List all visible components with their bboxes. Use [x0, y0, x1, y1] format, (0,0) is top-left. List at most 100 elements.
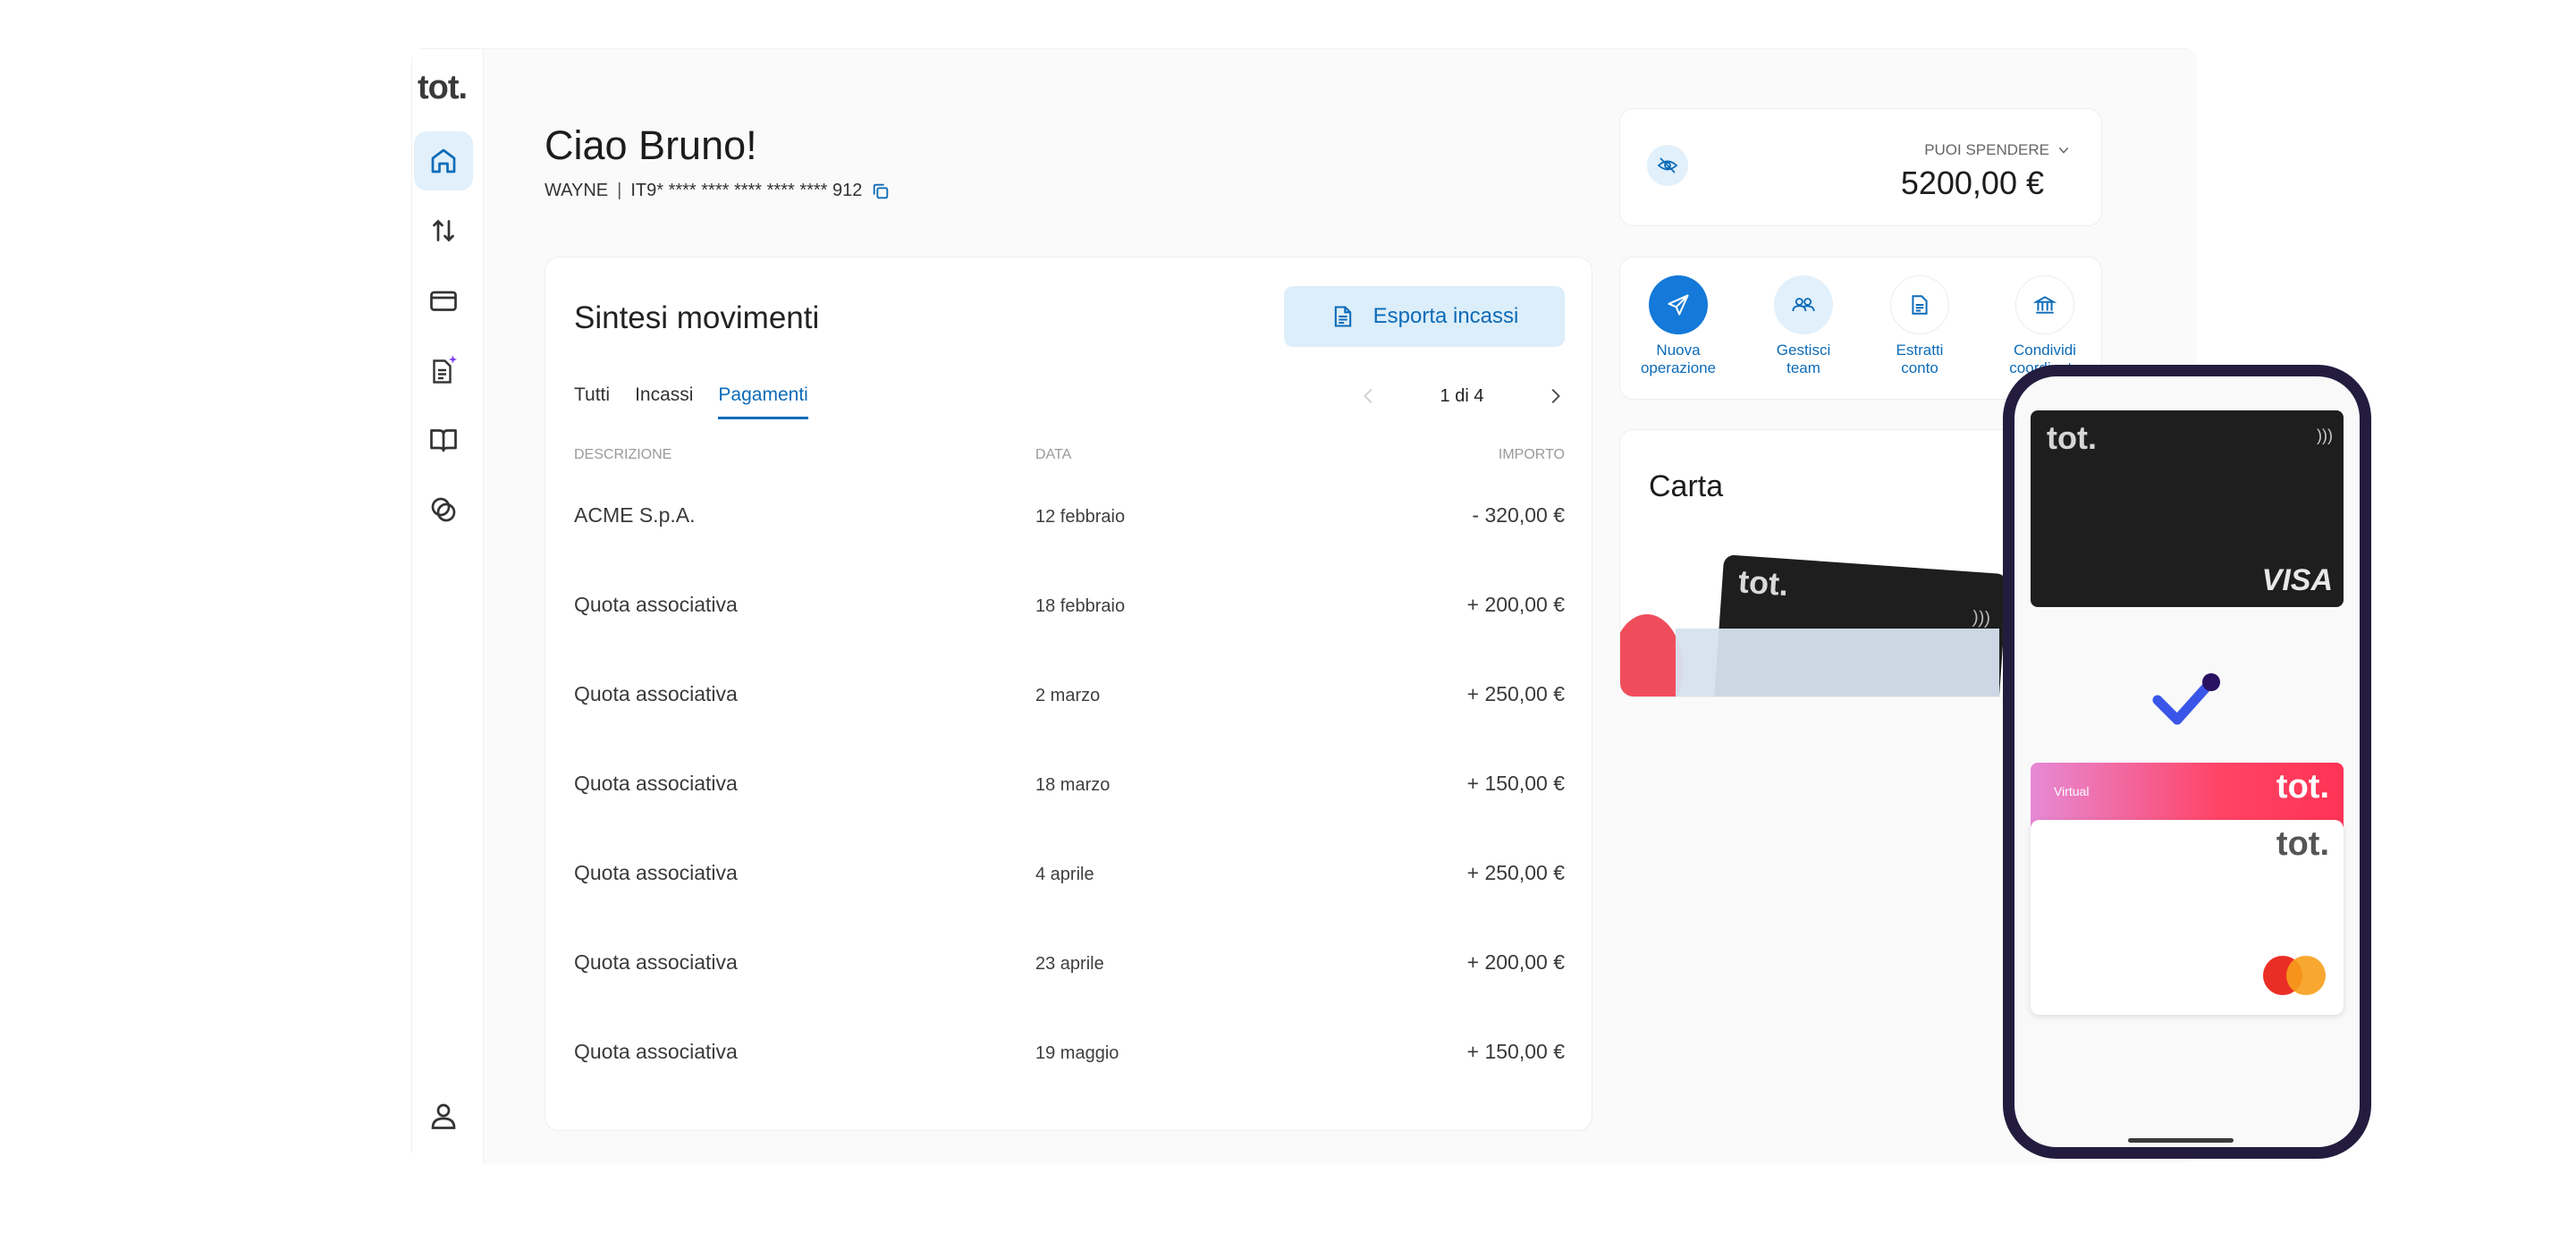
row-amount: + 200,00 € [1466, 593, 1565, 616]
column-amount: IMPORTO [1498, 447, 1565, 462]
row-description: Quota associativa [574, 1040, 738, 1063]
tab-incoming[interactable]: Incassi [635, 384, 693, 419]
action-share-coordinates[interactable]: Condividi coordinate [1996, 275, 2094, 377]
copy-icon[interactable] [871, 182, 891, 201]
row-description: Quota associativa [574, 861, 738, 884]
balance-label-toggle[interactable]: PUOI SPENDERE [1924, 141, 2071, 159]
row-description: Quota associativa [574, 593, 738, 616]
tab-all[interactable]: Tutti [574, 384, 610, 419]
visa-brand: VISA [2261, 563, 2333, 597]
row-date: 2 marzo [1035, 686, 1101, 705]
action-statements[interactable]: Estratti conto [1871, 275, 1969, 377]
hide-balance-button[interactable] [1647, 145, 1688, 186]
card-panel-title: Carta [1649, 469, 1724, 503]
row-date: 12 febbraio [1035, 507, 1126, 527]
send-icon [1668, 294, 1689, 316]
iban-text: IT9* **** **** **** **** **** 912 [630, 181, 863, 200]
action-label: Estratti [1896, 342, 1944, 359]
nav-home[interactable] [414, 131, 473, 190]
eye-off-icon [1657, 157, 1678, 173]
row-description: Quota associativa [574, 682, 738, 705]
page-title: Ciao Bruno! [545, 122, 757, 168]
document-sparkle-icon [433, 355, 457, 384]
table-row[interactable]: Quota associativa 4 aprile + 250,00 € [574, 861, 1565, 897]
table-row[interactable]: Quota associativa 19 maggio + 150,00 € [574, 1040, 1565, 1076]
row-description: Quota associativa [574, 772, 738, 795]
home-icon [431, 148, 456, 173]
row-description: ACME S.p.A. [574, 503, 696, 527]
balance-value: 5200,00 € [1900, 165, 2044, 201]
contactless-icon: ))) [2317, 426, 2333, 444]
card-logo: tot. [2276, 825, 2329, 863]
balance-panel: PUOI SPENDERE 5200,00 € [1619, 108, 2102, 226]
team-icon [1792, 298, 1815, 312]
checkmark-icon [2152, 671, 2224, 734]
nav-profile[interactable] [414, 1086, 473, 1145]
contactless-icon: ))) [1972, 607, 1991, 629]
nav-transfers[interactable] [414, 201, 473, 260]
document-icon [1334, 306, 1351, 327]
table-row[interactable]: Quota associativa 2 marzo + 250,00 € [574, 682, 1565, 718]
row-date: 23 aprile [1035, 954, 1104, 974]
phone-card-visa[interactable]: tot. ))) VISA [2031, 410, 2344, 607]
account-info: WAYNE | IT9* **** **** **** **** **** 91… [545, 181, 891, 201]
company-name: WAYNE [545, 181, 609, 200]
table-row[interactable]: Quota associativa 18 febbraio + 200,00 € [574, 593, 1565, 629]
action-icon-wrap [1774, 275, 1833, 334]
table-row[interactable]: ACME S.p.A. 12 febbraio - 320,00 € [574, 503, 1565, 539]
action-new-operation[interactable]: Nuova operazione [1629, 275, 1727, 377]
statement-icon [1912, 295, 1928, 315]
balance-label: PUOI SPENDERE [1924, 141, 2049, 158]
action-icon-wrap [1649, 275, 1708, 334]
card-logo: tot. [1736, 562, 1790, 604]
table-row[interactable]: Quota associativa 18 marzo + 150,00 € [574, 772, 1565, 807]
row-date: 18 febbraio [1035, 596, 1126, 616]
action-manage-team[interactable]: Gestisci team [1754, 275, 1853, 377]
row-date: 18 marzo [1035, 775, 1111, 795]
row-date: 4 aprile [1035, 865, 1094, 884]
table-row[interactable]: Quota associativa 23 aprile + 200,00 € [574, 950, 1565, 986]
card-logo: tot. [2276, 768, 2329, 806]
export-button[interactable]: Esporta incassi [1284, 286, 1565, 347]
book-icon [430, 429, 457, 452]
page-indicator: 1 di 4 [1440, 385, 1484, 406]
chevron-right-icon[interactable] [1545, 384, 1565, 408]
main-content: Ciao Bruno! WAYNE | IT9* **** **** **** … [484, 49, 2197, 1163]
movement-tabs: Tutti Incassi Pagamenti [574, 384, 808, 419]
row-amount: + 150,00 € [1466, 1040, 1565, 1063]
chevron-left-icon[interactable] [1359, 384, 1379, 408]
row-amount: + 250,00 € [1466, 861, 1565, 884]
circles-icon [431, 497, 456, 522]
movements-panel: Sintesi movimenti Esporta incassi Tutti … [545, 257, 1592, 1131]
nav-integrations[interactable] [414, 480, 473, 539]
chevron-down-icon [2058, 147, 2069, 154]
export-label: Esporta incassi [1372, 304, 1519, 328]
row-amount: - 320,00 € [1472, 503, 1565, 527]
virtual-label: Virtual [2054, 784, 2090, 798]
action-label: Gestisci [1776, 342, 1831, 359]
pagination: 1 di 4 [1359, 384, 1565, 408]
column-description: DESCRIZIONE [574, 447, 672, 462]
tab-payments[interactable]: Pagamenti [718, 384, 808, 419]
home-indicator [2128, 1138, 2234, 1143]
phone-card-mastercard[interactable]: tot. [2031, 820, 2344, 1015]
movements-title: Sintesi movimenti [574, 300, 820, 335]
bank-icon [2033, 296, 2057, 314]
user-icon [431, 1103, 456, 1129]
nav-guide[interactable] [414, 410, 473, 469]
nav-cards[interactable] [414, 271, 473, 330]
card-logo: tot. [2047, 419, 2097, 456]
action-label: conto [1901, 359, 1938, 376]
app-window: tot. Ciao Bruno! WAYNE | IT9* **** **** … [411, 48, 2197, 1163]
transfer-icon [433, 219, 454, 242]
action-label: team [1786, 359, 1820, 376]
action-label: Nuova [1656, 342, 1701, 359]
nav-documents[interactable] [414, 341, 473, 400]
action-label: operazione [1640, 359, 1717, 376]
phone-mockup: tot. ))) VISA Virtual tot. tot. [2003, 365, 2371, 1159]
card-icon [430, 291, 457, 311]
row-description: Quota associativa [574, 950, 738, 974]
row-date: 19 maggio [1035, 1043, 1119, 1063]
action-icon-wrap [2015, 275, 2074, 334]
column-date: DATA [1035, 447, 1072, 462]
